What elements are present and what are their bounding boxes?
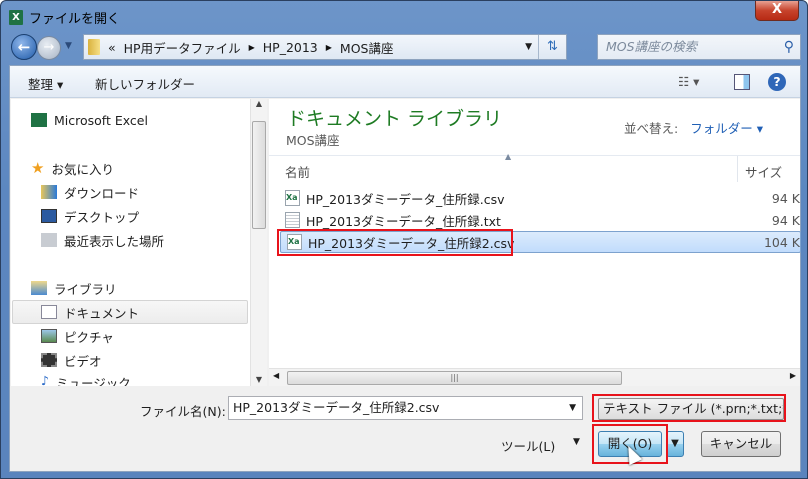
window-title: ファイルを開く: [29, 11, 121, 27]
cancel-button[interactable]: キャンセル: [701, 431, 781, 457]
help-icon[interactable]: ?: [768, 73, 786, 91]
music-icon: ♪: [41, 373, 49, 386]
filename-input[interactable]: HP_2013ダミーデータ_住所録2.csv ▼: [228, 396, 583, 420]
navigation-pane: Microsoft Excel ★ お気に入り ダウンロード デスクトップ 最近表…: [11, 99, 267, 386]
sort-control: 並べ替え: フォルダー ▾: [624, 118, 763, 137]
search-icon[interactable]: ⚲: [784, 35, 794, 59]
scrollbar-thumb[interactable]: |||: [287, 371, 622, 385]
refresh-button[interactable]: ⇅: [538, 35, 566, 59]
sidebar-item-downloads[interactable]: ダウンロード: [41, 181, 139, 203]
picture-icon: [41, 329, 57, 343]
sort-ascending-icon: ▲: [505, 152, 512, 161]
sidebar-item-music[interactable]: ♪ ミュージック: [41, 373, 131, 386]
file-size: 94 K: [771, 190, 800, 206]
recent-pages-dropdown[interactable]: ▼: [65, 41, 72, 51]
video-icon: [41, 353, 57, 367]
scroll-up-icon[interactable]: ▲: [251, 99, 267, 108]
navigation-bar: ← → ▼ « HP用データファイル ▶ HP_2013 ▶ MOS講座 ▼ ⇅…: [9, 33, 801, 61]
highlight-box: [277, 229, 513, 256]
sidebar-label: ミュージック: [55, 376, 131, 386]
breadcrumb-overflow[interactable]: «: [108, 40, 116, 55]
horizontal-scrollbar[interactable]: ◀ ||| ▶: [269, 368, 800, 386]
scroll-right-icon[interactable]: ▶: [790, 371, 796, 380]
breadcrumb-hp2013[interactable]: HP_2013: [263, 40, 318, 55]
scroll-left-icon[interactable]: ◀: [273, 371, 279, 380]
library-icon: [31, 281, 47, 295]
excel-icon: [31, 113, 47, 127]
library-title: ドキュメント ライブラリ: [287, 108, 503, 130]
sidebar-scrollbar[interactable]: ▲ ▼: [250, 99, 267, 386]
document-icon: [41, 305, 57, 319]
address-dropdown-icon[interactable]: ▼: [525, 42, 532, 52]
chevron-right-icon[interactable]: ▶: [249, 43, 255, 52]
sidebar-label: Microsoft Excel: [54, 112, 148, 128]
breadcrumb-mos[interactable]: MOS講座: [340, 38, 394, 57]
file-name: HP_2013ダミーデータ_住所録.txt: [306, 213, 501, 229]
scrollbar-thumb[interactable]: [252, 121, 266, 229]
sidebar-label: ライブラリ: [54, 281, 117, 297]
chevron-down-icon[interactable]: ▼: [569, 397, 576, 419]
sidebar-label: 最近表示した場所: [64, 233, 165, 249]
column-size[interactable]: サイズ: [745, 162, 782, 181]
sidebar-item-pictures[interactable]: ピクチャ: [41, 325, 114, 347]
sidebar-item-excel[interactable]: Microsoft Excel: [31, 109, 148, 131]
filename-value: HP_2013ダミーデータ_住所録2.csv: [233, 400, 440, 415]
sort-label: 並べ替え:: [624, 121, 679, 136]
file-name: HP_2013ダミーデータ_住所録.csv: [306, 191, 505, 207]
forward-button[interactable]: →: [37, 36, 61, 60]
highlight-box: [592, 394, 786, 422]
chevron-right-icon[interactable]: ▶: [326, 43, 332, 52]
sidebar-item-documents[interactable]: ドキュメント: [41, 301, 139, 323]
dialog-body: 整理 ▾ 新しいフォルダー ☷ ▾ ? Microsoft Excel ★ お気に…: [9, 65, 801, 472]
open-dropdown-button[interactable]: ▼: [666, 431, 684, 457]
title-bar: X ファイルを開く: [9, 7, 120, 27]
column-name[interactable]: 名前: [285, 162, 310, 181]
desktop-icon: [41, 209, 57, 223]
folder-icon: [88, 39, 100, 55]
column-header: ▲ 名前 サイズ: [269, 152, 800, 182]
csv-file-icon: Xa: [285, 190, 300, 206]
close-button[interactable]: X: [755, 1, 799, 21]
sidebar-label: お気に入り: [51, 161, 114, 177]
sidebar-label: ドキュメント: [64, 305, 140, 321]
file-row[interactable]: HP_2013ダミーデータ_住所録.txt 94 K: [279, 209, 800, 231]
library-subtitle: MOS講座: [286, 133, 340, 148]
view-options-icon[interactable]: ☷ ▾: [678, 74, 699, 89]
sidebar-label: ダウンロード: [64, 185, 140, 201]
filename-label: ファイル名(N):: [140, 404, 226, 419]
sidebar-item-recent[interactable]: 最近表示した場所: [41, 229, 164, 251]
download-folder-icon: [41, 185, 57, 199]
sidebar-item-favorites[interactable]: ★ お気に入り: [31, 157, 114, 179]
sidebar-item-libraries[interactable]: ライブラリ: [31, 277, 117, 299]
tools-button[interactable]: ツール(L): [501, 436, 555, 455]
search-input[interactable]: MOS講座の検索 ⚲: [597, 34, 801, 60]
new-folder-button[interactable]: 新しいフォルダー: [95, 74, 195, 93]
star-icon: ★: [31, 159, 45, 177]
file-size: 94 K: [771, 212, 800, 228]
excel-icon: X: [9, 9, 23, 25]
sidebar-item-desktop[interactable]: デスクトップ: [41, 205, 139, 227]
address-bar[interactable]: « HP用データファイル ▶ HP_2013 ▶ MOS講座 ▼ ⇅: [83, 34, 567, 60]
file-list-pane: ドキュメント ライブラリ MOS講座 並べ替え: フォルダー ▾ ▲ 名前 サイズ…: [269, 99, 801, 386]
chevron-down-icon[interactable]: ▼: [573, 437, 580, 447]
sidebar-label: ピクチャ: [64, 329, 114, 345]
open-file-dialog: X ファイルを開く X ← → ▼ « HP用データファイル ▶ HP_2013…: [0, 0, 808, 479]
scroll-down-icon[interactable]: ▼: [251, 375, 267, 384]
column-divider[interactable]: [737, 156, 738, 182]
search-placeholder: MOS講座の検索: [606, 39, 698, 54]
toolbar: 整理 ▾ 新しいフォルダー ☷ ▾ ?: [10, 66, 800, 98]
back-button[interactable]: ←: [11, 34, 37, 60]
preview-pane-icon[interactable]: [734, 74, 750, 90]
file-size: 104 K: [763, 234, 800, 250]
sidebar-label: デスクトップ: [64, 209, 140, 225]
recent-places-icon: [41, 233, 57, 247]
organize-button[interactable]: 整理 ▾: [28, 74, 63, 93]
text-file-icon: [285, 212, 300, 228]
sidebar-label: ビデオ: [64, 353, 102, 369]
breadcrumb-hp-data[interactable]: HP用データファイル: [124, 38, 241, 57]
sidebar-item-videos[interactable]: ビデオ: [41, 349, 102, 371]
sort-dropdown[interactable]: フォルダー ▾: [690, 121, 763, 136]
file-row[interactable]: Xa HP_2013ダミーデータ_住所録.csv 94 K: [279, 187, 800, 209]
